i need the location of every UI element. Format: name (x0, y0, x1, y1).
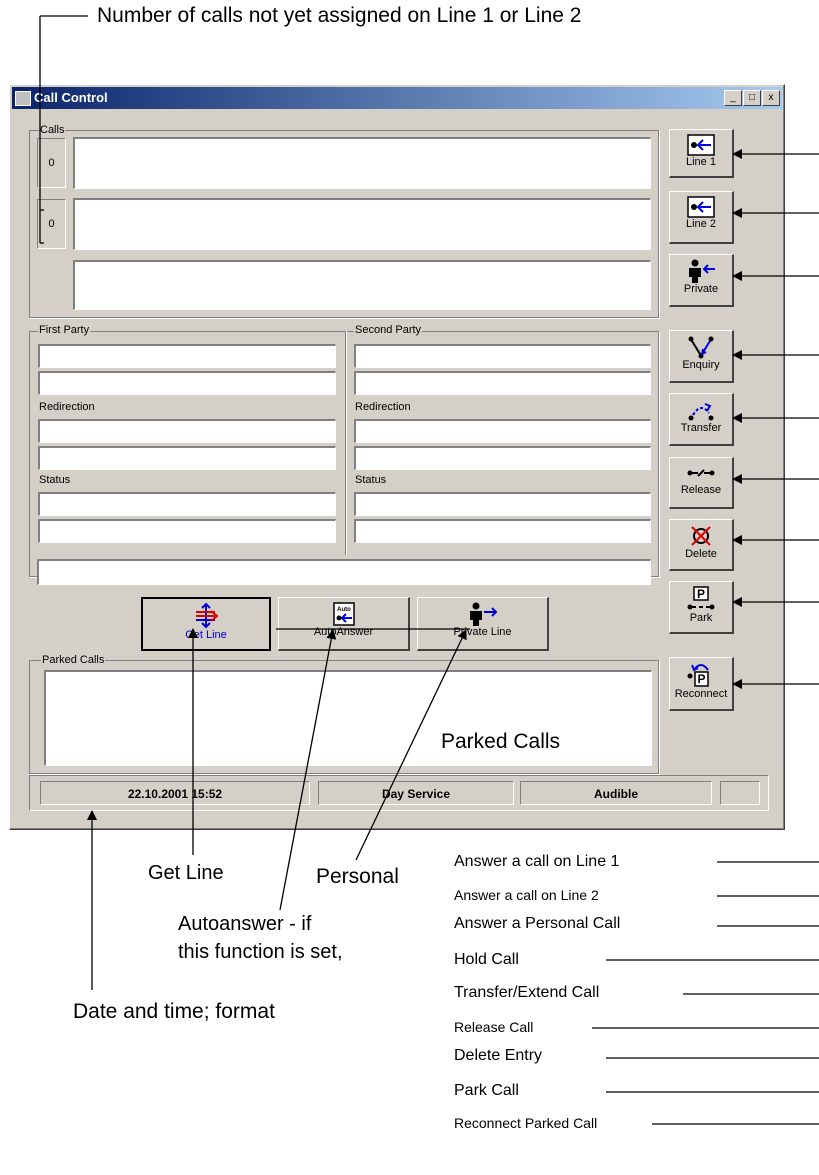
redirection-left-field-2[interactable] (38, 446, 336, 470)
transfer-button[interactable]: Transfer (669, 393, 734, 446)
svg-text:Auto: Auto (337, 607, 351, 613)
private-call-field[interactable] (73, 260, 651, 310)
private-label: Private (683, 283, 719, 295)
transfer-icon (688, 403, 714, 421)
get-line-icon (196, 603, 219, 629)
line2-button[interactable]: Line 2 (669, 191, 734, 244)
info-field[interactable] (37, 559, 651, 585)
status-left-field-1[interactable] (38, 492, 336, 516)
autoanswer-button[interactable]: Auto AutoAnswer (278, 597, 410, 651)
status-left-field-2[interactable] (38, 519, 336, 543)
parked-calls-group-label: Parked Calls (41, 654, 106, 666)
private-line-label: Private Line (453, 626, 512, 638)
line2-label: Line 2 (686, 218, 716, 230)
minimize-button[interactable]: _ (724, 90, 742, 106)
line1-label: Line 1 (686, 156, 716, 168)
close-button[interactable]: x (762, 90, 780, 106)
first-party-label: First Party (38, 324, 91, 336)
right-label-personal: Answer a Personal Call (454, 915, 621, 932)
top-callout-text: Number of calls not yet assigned on Line… (97, 4, 582, 27)
second-party-label: Second Party (354, 324, 423, 336)
parked-calls-list[interactable] (44, 670, 652, 766)
first-party-field-1[interactable] (38, 344, 336, 368)
status-extra (720, 781, 760, 805)
transfer-label: Transfer (680, 422, 722, 434)
second-party-field-2[interactable] (354, 371, 651, 395)
svg-text:P: P (697, 672, 705, 686)
maximize-button[interactable]: □ (743, 90, 761, 106)
reconnect-button[interactable]: P Reconnect (669, 657, 734, 711)
get-line-button[interactable]: Get Line (141, 597, 271, 651)
line2-call-field[interactable] (73, 198, 651, 250)
status-left-label: Status (38, 474, 72, 486)
person-icon (689, 259, 715, 283)
title-bar[interactable]: Call Control _ □ x (12, 87, 782, 109)
right-label-park: Park Call (454, 1082, 519, 1099)
autoanswer-callout-line1: Autoanswer - if (178, 913, 312, 935)
right-label-reconnect: Reconnect Parked Call (454, 1115, 598, 1131)
right-label-release: Release Call (454, 1019, 534, 1035)
delete-icon (691, 526, 711, 546)
get-line-callout: Get Line (148, 862, 224, 884)
right-label-delete: Delete Entry (454, 1047, 543, 1064)
release-icon (687, 469, 715, 477)
line-in-icon (687, 196, 715, 218)
autoanswer-icon: Auto (332, 602, 355, 626)
status-right-field-1[interactable] (354, 492, 651, 516)
redirection-right-label: Redirection (354, 401, 412, 413)
line-in-icon (687, 134, 715, 156)
status-service: Day Service (318, 781, 514, 805)
status-right-field-2[interactable] (354, 519, 651, 543)
app-icon (15, 91, 31, 106)
park-label: Park (689, 612, 713, 624)
enquiry-icon (688, 336, 714, 359)
parked-calls-callout: Parked Calls (441, 730, 561, 753)
redirection-right-field-2[interactable] (354, 446, 651, 470)
line1-call-field[interactable] (73, 137, 651, 189)
delete-label: Delete (685, 548, 717, 560)
window-title: Call Control (34, 90, 108, 105)
autoanswer-callout-line2: this function is set, (178, 941, 343, 963)
private-line-button[interactable]: Private Line (417, 597, 549, 651)
personal-callout: Personal (316, 865, 399, 888)
right-label-hold: Hold Call (454, 951, 519, 968)
right-label-line2: Answer a call on Line 2 (454, 887, 599, 903)
reconnect-label: Reconnect (674, 688, 728, 700)
park-button[interactable]: P Park (669, 581, 734, 634)
line2-call-counter: 0 (37, 199, 66, 249)
redirection-right-field-1[interactable] (354, 419, 651, 443)
parties-divider (345, 331, 346, 555)
enquiry-label: Enquiry (682, 359, 720, 371)
right-label-transfer: Transfer/Extend Call (454, 984, 600, 1001)
line1-button[interactable]: Line 1 (669, 129, 734, 178)
redirection-left-label: Redirection (38, 401, 96, 413)
status-bar: 22.10.2001 15:52 Day Service Audible (29, 775, 769, 811)
release-button[interactable]: Release (669, 457, 734, 509)
redirection-left-field-1[interactable] (38, 419, 336, 443)
private-line-person-icon (469, 602, 497, 626)
release-label: Release (680, 484, 722, 496)
line1-call-counter: 0 (37, 138, 66, 188)
call-control-window: Call Control _ □ x Calls 0 0 First Party… (9, 84, 785, 830)
status-datetime: 22.10.2001 15:52 (40, 781, 310, 805)
reconnect-icon: P (687, 664, 709, 687)
delete-button[interactable]: Delete (669, 519, 734, 571)
autoanswer-label: AutoAnswer (313, 626, 374, 638)
park-icon: P (687, 586, 715, 610)
right-label-line1: Answer a call on Line 1 (454, 853, 620, 870)
status-ring: Audible (520, 781, 712, 805)
get-line-label: Get Line (185, 629, 227, 641)
private-button[interactable]: Private (669, 254, 734, 307)
second-party-field-1[interactable] (354, 344, 651, 368)
date-time-callout: Date and time; format (73, 1000, 275, 1023)
status-right-label: Status (354, 474, 388, 486)
enquiry-button[interactable]: Enquiry (669, 330, 734, 383)
calls-group-label: Calls (39, 124, 66, 136)
first-party-field-2[interactable] (38, 371, 336, 395)
svg-text:P: P (697, 587, 705, 601)
